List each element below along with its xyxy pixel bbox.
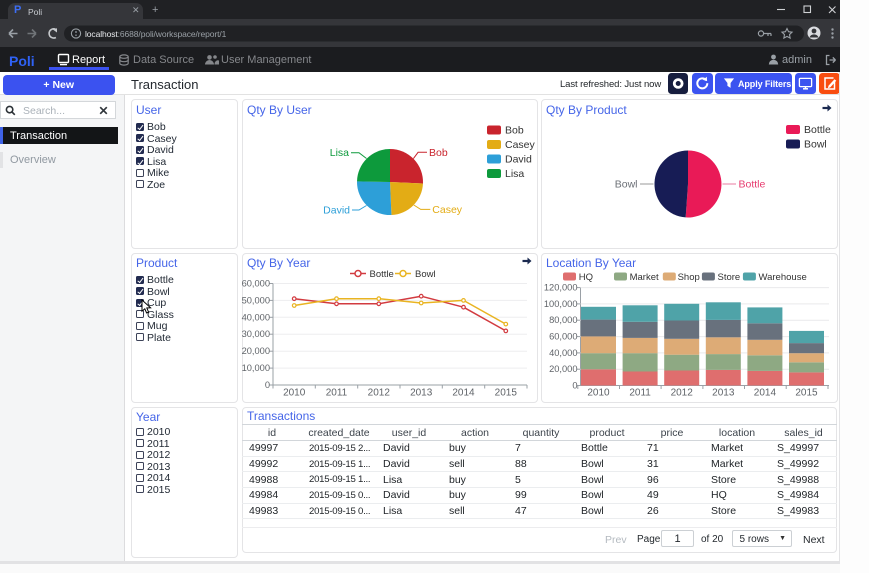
svg-text:2014: 2014 <box>452 388 475 399</box>
svg-text:Store: Store <box>718 272 741 283</box>
svg-text:HQ: HQ <box>579 272 593 283</box>
svg-text:Bottle: Bottle <box>370 269 394 280</box>
svg-text:30,000: 30,000 <box>242 329 270 339</box>
svg-text:Bowl: Bowl <box>415 269 436 280</box>
svg-text:10,000: 10,000 <box>242 363 270 373</box>
svg-text:2012: 2012 <box>671 388 694 399</box>
svg-text:2015: 2015 <box>795 388 818 399</box>
svg-text:120,000: 120,000 <box>544 283 578 293</box>
svg-text:Casey: Casey <box>505 139 536 151</box>
svg-text:Bob: Bob <box>429 147 448 159</box>
svg-text:2013: 2013 <box>712 388 735 399</box>
svg-text:2012: 2012 <box>368 388 391 399</box>
svg-text:David: David <box>323 205 350 217</box>
svg-text:60,000: 60,000 <box>242 279 270 289</box>
svg-text:100,000: 100,000 <box>544 299 578 309</box>
svg-text:2011: 2011 <box>326 388 348 399</box>
svg-text:Bottle: Bottle <box>739 179 766 191</box>
svg-text:David: David <box>505 154 532 166</box>
svg-text:2013: 2013 <box>410 388 433 399</box>
svg-text:2014: 2014 <box>754 388 777 399</box>
svg-text:0: 0 <box>572 381 577 391</box>
svg-text:Shop: Shop <box>678 272 700 283</box>
svg-text:Market: Market <box>630 272 659 283</box>
svg-text:Bottle: Bottle <box>804 124 831 136</box>
svg-text:40,000: 40,000 <box>242 312 270 322</box>
svg-text:0: 0 <box>265 380 270 390</box>
svg-text:20,000: 20,000 <box>549 364 577 374</box>
svg-text:Lisa: Lisa <box>330 147 349 159</box>
svg-text:Casey: Casey <box>432 204 463 216</box>
svg-text:Bowl: Bowl <box>804 139 827 151</box>
svg-text:40,000: 40,000 <box>549 348 577 358</box>
svg-text:Lisa: Lisa <box>505 168 524 180</box>
svg-text:2015: 2015 <box>495 388 518 399</box>
svg-text:2010: 2010 <box>283 388 306 399</box>
svg-text:Bob: Bob <box>505 125 524 137</box>
svg-text:20,000: 20,000 <box>242 346 270 356</box>
svg-text:Warehouse: Warehouse <box>759 272 807 283</box>
svg-text:2011: 2011 <box>629 388 651 399</box>
svg-text:2010: 2010 <box>587 388 610 399</box>
svg-text:Bowl: Bowl <box>615 179 638 191</box>
svg-text:50,000: 50,000 <box>242 295 270 305</box>
svg-text:80,000: 80,000 <box>549 315 577 325</box>
svg-text:60,000: 60,000 <box>549 332 577 342</box>
